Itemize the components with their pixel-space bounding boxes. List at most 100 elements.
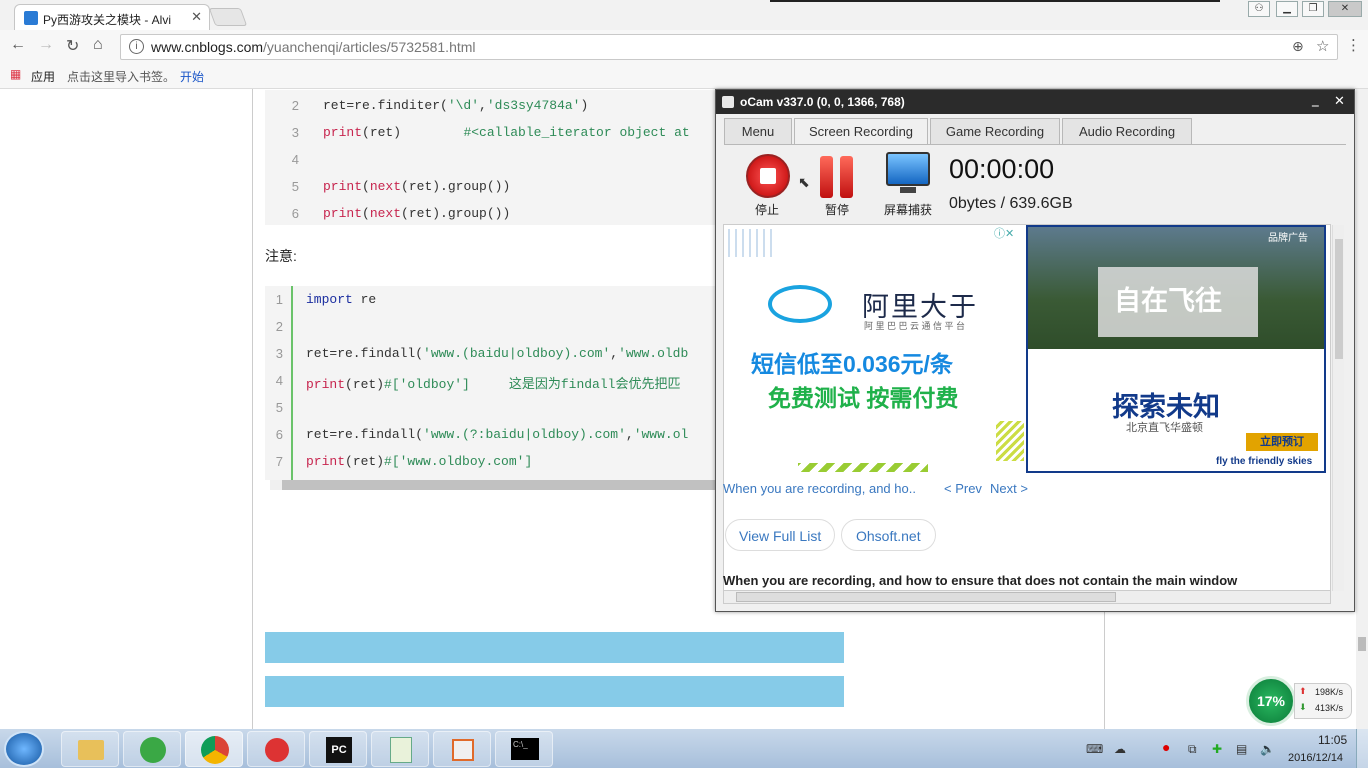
taskbar-notepad[interactable]: [371, 731, 429, 767]
ad-dots: [728, 229, 772, 257]
code-line: 6 print(next(ret).group()): [265, 203, 720, 230]
recording-size: 0bytes / 639.6GB: [949, 195, 1073, 212]
code-line: 4 print(ret)#['oldboy'] 这是因为findall会优先把匹: [265, 367, 720, 394]
home-icon[interactable]: ⌂: [93, 36, 103, 54]
download-speed: 413K/s: [1315, 703, 1344, 713]
ad-panel: ⓘ✕ 阿里大于 阿 里 巴 巴 云 通 信 平 台 短信低至0.036元/条 免…: [723, 224, 1344, 592]
tab-underline: [724, 144, 1346, 145]
url-path: /yuanchenqi/articles/5732581.html: [263, 39, 476, 55]
taskbar-cmd[interactable]: C:\_: [495, 731, 553, 767]
menu-icon[interactable]: ⋮: [1346, 36, 1361, 54]
new-tab-button[interactable]: [208, 8, 248, 26]
ad-united[interactable]: 品牌广告 自在飞往 探索未知 北京直飞华盛顿 立即预订 fly the frie…: [1026, 225, 1326, 473]
scroll-thumb[interactable]: [1358, 637, 1366, 651]
apps-icon[interactable]: ▦: [10, 67, 21, 81]
apps-link[interactable]: 应用: [31, 68, 55, 85]
next-link[interactable]: Next >: [990, 481, 1028, 496]
line-number: 1: [275, 292, 283, 307]
ocam-close-icon[interactable]: ✕: [1334, 93, 1345, 109]
ocam-tab-game-recording[interactable]: Game Recording: [930, 118, 1060, 145]
stop-button[interactable]: [746, 154, 790, 198]
taskbar-pycharm[interactable]: PC: [309, 731, 367, 767]
copy-tray-icon[interactable]: ⧉: [1188, 742, 1197, 757]
taskbar-app-red[interactable]: [247, 731, 305, 767]
show-desktop-button[interactable]: [1356, 729, 1368, 768]
code-block-2: 1 import re 2 3 ret=re.findall('www.(baidu…: [265, 286, 720, 480]
minimize-button[interactable]: ▁: [1276, 1, 1298, 17]
ocam-tab-screen-recording[interactable]: Screen Recording: [794, 118, 928, 145]
security-tray-icon[interactable]: ✚: [1212, 742, 1222, 756]
start-button[interactable]: [4, 731, 44, 767]
top-strip: [770, 0, 1220, 2]
ad-vscroll-thumb[interactable]: [1335, 239, 1343, 359]
capture-button[interactable]: [884, 152, 932, 196]
ad-hscroll[interactable]: [723, 590, 1331, 604]
ad-vscroll[interactable]: [1332, 225, 1344, 591]
taskbar-chrome[interactable]: [185, 731, 243, 767]
browser-tab[interactable]: Py西游攻关之模块 - Alvi ✕: [14, 4, 210, 30]
reload-icon[interactable]: ↻: [66, 36, 79, 56]
ocam-title: oCam v337.0 (0, 0, 1366, 768): [740, 95, 905, 109]
bookmark-star-icon[interactable]: ☆: [1316, 37, 1329, 55]
ocam-app-icon: [722, 96, 734, 108]
code-line: 2 ret=re.finditer('\d','ds3sy4784a'): [265, 95, 720, 122]
taskbar-ie[interactable]: [123, 731, 181, 767]
line-number: 6: [291, 206, 299, 221]
line-number: 3: [291, 125, 299, 140]
close-window-button[interactable]: ✕: [1328, 1, 1362, 17]
ocam-tab-menu[interactable]: Menu: [724, 118, 792, 145]
weather-icon[interactable]: ☁: [1114, 742, 1126, 756]
chrome-icon: [201, 736, 229, 764]
taskbar-explorer[interactable]: [61, 731, 119, 767]
info-icon[interactable]: i: [129, 39, 144, 54]
code-hscroll[interactable]: [270, 480, 720, 490]
address-bar[interactable]: i www.cnblogs.com/yuanchenqi/articles/57…: [120, 34, 1338, 60]
line-number: 2: [275, 319, 283, 334]
code-line: 5: [265, 394, 720, 421]
zoom-icon[interactable]: ⊕: [1292, 38, 1304, 55]
line-number: 6: [275, 427, 283, 442]
ad-hscroll-thumb[interactable]: [736, 592, 1116, 602]
back-icon[interactable]: ←: [10, 36, 26, 54]
ad-line1: 短信低至0.036元/条: [751, 351, 953, 377]
note-label: 注意:: [265, 248, 297, 264]
close-tab-icon[interactable]: ✕: [191, 9, 202, 25]
bookmarks-bar: [0, 63, 1368, 89]
volume-icon[interactable]: 🔈: [1260, 742, 1275, 756]
restore-button[interactable]: ❐: [1302, 1, 1324, 17]
page-scrollbar[interactable]: [1356, 89, 1368, 729]
user-icon[interactable]: ⚇: [1248, 1, 1270, 17]
keyboard-icon[interactable]: ⌨: [1086, 742, 1103, 756]
line-number: 5: [291, 179, 299, 194]
code-text: print(next(ret).group()): [323, 206, 511, 221]
ad-cta-button[interactable]: 立即预订: [1246, 433, 1318, 451]
clock-time[interactable]: 11:05: [1318, 733, 1347, 747]
taskbar-ocam[interactable]: [433, 731, 491, 767]
code-text: print(ret) #<callable_iterator object at: [323, 125, 690, 140]
ad-brand-sub: 阿 里 巴 巴 云 通 信 平 台: [864, 321, 966, 331]
code-line: 7 print(ret)#['www.oldboy.com']: [265, 448, 720, 475]
net-speed-widget[interactable]: 17%: [1246, 676, 1296, 726]
start-link[interactable]: 开始: [180, 68, 204, 85]
ohsoft-link-button[interactable]: Ohsoft.net: [841, 519, 936, 551]
ad-info-icon[interactable]: ⓘ✕: [994, 225, 1014, 241]
pause-button[interactable]: [818, 156, 856, 198]
forward-icon[interactable]: →: [38, 36, 54, 54]
stop-icon: [760, 168, 776, 184]
clock-date[interactable]: 2016/12/14: [1288, 752, 1343, 764]
ad-aliyun[interactable]: ⓘ✕ 阿里大于 阿 里 巴 巴 云 通 信 平 台 短信低至0.036元/条 免…: [724, 225, 1024, 473]
tab-title: Py西游攻关之模块 - Alvi: [43, 13, 172, 27]
code-block-1: 2 ret=re.finditer('\d','ds3sy4784a') 3 pri…: [265, 90, 720, 225]
code-line: 4: [265, 149, 720, 176]
record-tray-icon[interactable]: ●: [1162, 739, 1170, 755]
monitor-icon: [886, 152, 930, 186]
network-tray-icon[interactable]: ▤: [1236, 742, 1247, 756]
code-hscroll-thumb[interactable]: [282, 480, 720, 490]
line-number: 3: [275, 346, 283, 361]
prev-link[interactable]: < Prev: [944, 481, 982, 496]
ocam-tab-audio-recording[interactable]: Audio Recording: [1062, 118, 1192, 145]
pause-icon: [820, 156, 833, 198]
ocam-minimize-icon[interactable]: ‗: [1312, 93, 1319, 107]
view-full-list-button[interactable]: View Full List: [725, 519, 836, 551]
tip-link[interactable]: When you are recording, and ho..: [723, 481, 916, 496]
